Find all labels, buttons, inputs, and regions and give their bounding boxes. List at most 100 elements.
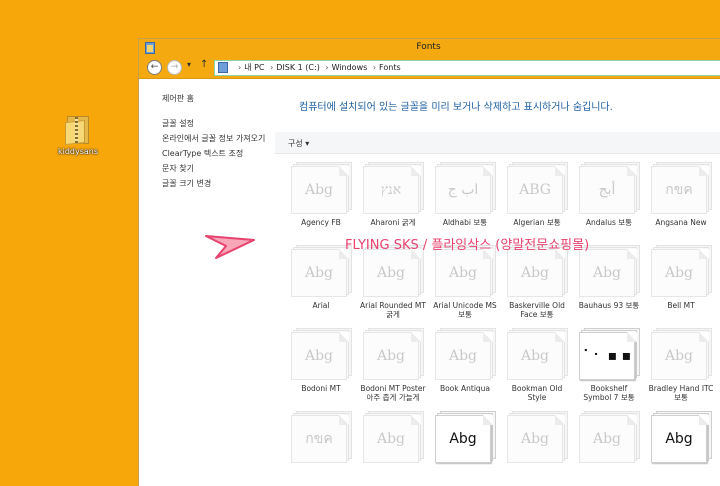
- font-sample-text: Abg: [664, 265, 694, 281]
- font-tile[interactable]: Abg: [576, 411, 642, 467]
- crumb-fonts[interactable]: Fonts: [379, 63, 401, 72]
- font-tile[interactable]: ⠁⠂ ▪ ▪ Bookshelf Symbol 7 보통: [576, 328, 642, 402]
- font-sample-text: Abg: [304, 265, 334, 281]
- crumb-disk[interactable]: DISK 1 (C:): [276, 63, 320, 72]
- font-name-label: Agency FB: [301, 218, 341, 227]
- font-name-label: Aharoni 굵게: [370, 218, 416, 227]
- font-file-icon: Abg: [651, 328, 712, 380]
- font-settings-link[interactable]: 글꼴 설정: [162, 118, 275, 129]
- font-file-icon: Abg: [435, 411, 496, 463]
- left-pane: 제어판 홈 글꼴 설정 온라인에서 글꼴 정보 가져오기 ClearType 텍…: [139, 80, 275, 486]
- fonts-window: Fonts ← → ▾ ↑ › 내 PC › DISK 1 (C:) › Window…: [138, 38, 720, 486]
- font-tile[interactable]: Abg: [360, 411, 426, 467]
- change-font-size-link[interactable]: 글꼴 크기 변경: [162, 178, 275, 189]
- font-tile[interactable]: أبج Andalus 보통: [576, 162, 642, 227]
- font-file-icon: กขค: [291, 411, 352, 463]
- font-sample-text: Abg: [664, 348, 694, 364]
- forward-button[interactable]: →: [167, 60, 182, 75]
- font-name-label: Angsana New: [655, 218, 707, 227]
- up-arrow-icon[interactable]: ↑: [200, 59, 208, 70]
- font-tile[interactable]: ﺍﺏ ﺝ Aldhabi 보통: [432, 162, 498, 227]
- organize-menu[interactable]: 구성 ▾: [288, 138, 309, 149]
- font-file-icon: אנץ: [363, 162, 424, 214]
- font-tile[interactable]: Abg Arial: [288, 245, 354, 310]
- font-sample-text: Abg: [376, 265, 406, 281]
- font-tile[interactable]: Abg Arial Rounded MT 굵게: [360, 245, 426, 319]
- font-name-label: Bookman Old Style: [511, 384, 563, 402]
- font-tile[interactable]: Abg Bell MT: [648, 245, 714, 310]
- font-name-label: Bookshelf Symbol 7 보통: [583, 384, 635, 402]
- font-name-label: Arial: [312, 301, 330, 310]
- font-file-icon: Abg: [435, 328, 496, 380]
- control-panel-home-link[interactable]: 제어판 홈: [162, 93, 275, 104]
- font-sample-text: ABG: [519, 182, 551, 198]
- crumb-windows[interactable]: Windows: [332, 63, 368, 72]
- font-name-label: Arial Unicode MS 보통: [433, 301, 497, 319]
- overlay-caption: FLYING SKS / 플라잉삭스 (양말전문쇼핑몰): [345, 238, 590, 253]
- font-tile[interactable]: Abg Bookman Old Style: [504, 328, 570, 402]
- title-bar[interactable]: Fonts: [139, 39, 720, 57]
- font-name-label: Arial Rounded MT 굵게: [360, 301, 426, 319]
- command-bar: 구성 ▾: [275, 132, 720, 154]
- get-font-info-online-link[interactable]: 온라인에서 글꼴 정보 가져오기: [162, 133, 275, 144]
- font-tile[interactable]: אנץ Aharoni 굵게: [360, 162, 426, 227]
- font-sample-text: ﺍﺏ ﺝ: [447, 182, 479, 198]
- font-file-icon: กขค: [651, 162, 712, 214]
- find-character-link[interactable]: 문자 찾기: [162, 163, 275, 174]
- font-sample-text: Abg: [449, 431, 477, 447]
- font-tile[interactable]: Abg: [648, 411, 714, 467]
- font-sample-text: Abg: [304, 182, 334, 198]
- font-tile[interactable]: กขค: [288, 411, 354, 467]
- font-sample-text: Abg: [376, 348, 406, 364]
- font-sample-text: Abg: [520, 431, 550, 447]
- font-tile[interactable]: Abg Baskerville Old Face 보통: [504, 245, 570, 319]
- font-name-label: Book Antiqua: [439, 384, 491, 393]
- font-name-label: Bell MT: [667, 301, 695, 310]
- font-file-icon: Abg: [291, 162, 352, 214]
- font-tile[interactable]: Abg: [504, 411, 570, 467]
- font-file-icon: Abg: [507, 411, 568, 463]
- font-name-label: Aldhabi 보통: [442, 218, 488, 227]
- font-name-label: Baskerville Old Face 보통: [509, 301, 565, 319]
- font-tile[interactable]: Abg Agency FB: [288, 162, 354, 227]
- font-sample-text: Abg: [592, 265, 622, 281]
- font-tile[interactable]: Abg Book Antiqua: [432, 328, 498, 393]
- address-bar: ← → ▾ ↑ › 내 PC › DISK 1 (C:) › Windows › Fon…: [139, 57, 720, 79]
- cleartype-link[interactable]: ClearType 텍스트 조정: [162, 148, 275, 159]
- page-heading: 컴퓨터에 설치되어 있는 글꼴을 미리 보거나 삭제하고 표시하거나 숨깁니다.: [299, 102, 613, 113]
- font-file-icon: Abg: [291, 245, 352, 297]
- font-file-icon: ⠁⠂ ▪ ▪: [579, 328, 640, 380]
- font-name-label: Bodoni MT: [301, 384, 341, 393]
- desktop-folder-kiddysans[interactable]: kiddysans: [54, 112, 102, 156]
- font-tile[interactable]: Abg Arial Unicode MS 보통: [432, 245, 498, 319]
- font-sample-text: Abg: [376, 431, 406, 447]
- font-sample-text: Abg: [592, 431, 622, 447]
- window-title: Fonts: [416, 42, 441, 52]
- font-file-icon: Abg: [651, 245, 712, 297]
- font-tile[interactable]: Abg: [432, 411, 498, 467]
- font-file-icon: Abg: [363, 328, 424, 380]
- font-file-icon: Abg: [651, 411, 712, 463]
- font-tile[interactable]: Abg Bodoni MT: [288, 328, 354, 393]
- recent-locations-chevron-icon[interactable]: ▾: [187, 60, 191, 69]
- font-name-label: Algerian 보통: [513, 218, 561, 227]
- font-sample-text: Abg: [520, 348, 550, 364]
- font-tile[interactable]: กขค Angsana New: [648, 162, 714, 227]
- font-sample-text: Abg: [665, 431, 693, 447]
- font-tile[interactable]: ABG Algerian 보통: [504, 162, 570, 227]
- font-name-label: Andalus 보통: [585, 218, 633, 227]
- font-tile[interactable]: Abg Bauhaus 93 보통: [576, 245, 642, 310]
- font-tile[interactable]: Abg Bradley Hand ITC 보통: [648, 328, 714, 402]
- crumb-my-pc[interactable]: 내 PC: [244, 63, 264, 72]
- pink-arrow-icon: [205, 235, 255, 259]
- font-sample-text: Abg: [448, 348, 478, 364]
- path-box[interactable]: › 내 PC › DISK 1 (C:) › Windows › Fonts: [214, 60, 720, 76]
- font-sample-text: Abg: [520, 265, 550, 281]
- font-sample-text: ⠁⠂ ▪ ▪: [582, 348, 632, 364]
- font-file-icon: Abg: [507, 328, 568, 380]
- location-icon: [218, 62, 228, 73]
- zip-folder-icon: [65, 112, 91, 146]
- font-file-icon: Abg: [579, 411, 640, 463]
- font-tile[interactable]: Abg Bodoni MT Poster 아주 좁게 가늘게: [360, 328, 426, 402]
- back-button[interactable]: ←: [147, 60, 162, 75]
